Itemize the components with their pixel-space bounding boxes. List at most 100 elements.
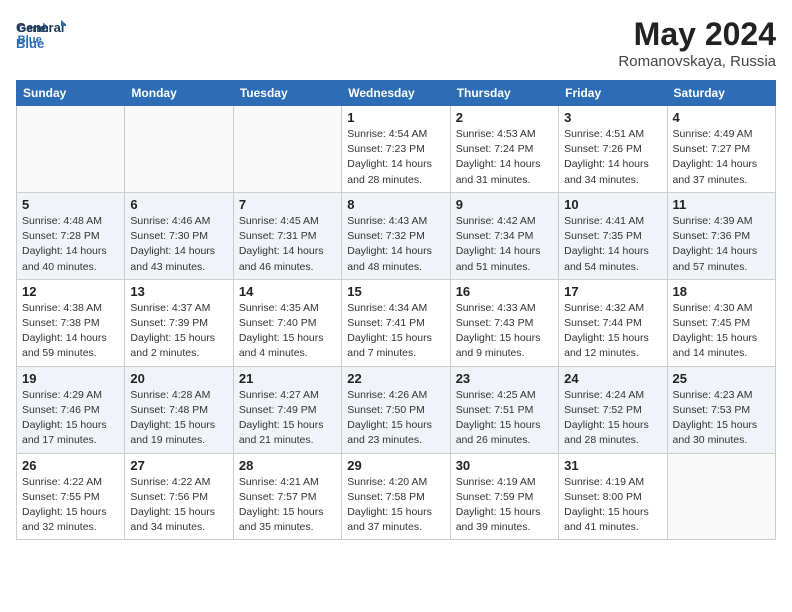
- day-info: Sunrise: 4:32 AMSunset: 7:44 PMDaylight:…: [564, 301, 661, 362]
- calendar-cell: 15Sunrise: 4:34 AMSunset: 7:41 PMDayligh…: [342, 279, 450, 366]
- calendar-cell: 28 Sunrise: 4:21 AMSunset: 7:57 PMDayligh…: [233, 453, 341, 540]
- location: Romanovskaya, Russia: [618, 53, 776, 70]
- calendar-cell: 1 Sunrise: 4:54 AMSunset: 7:23 PMDaylight…: [342, 106, 450, 193]
- calendar-cell: 6 Sunrise: 4:46 AMSunset: 7:30 PMDaylight…: [125, 192, 233, 279]
- day-header-thursday: Thursday: [450, 81, 558, 106]
- calendar-cell: 3 Sunrise: 4:51 AMSunset: 7:26 PMDaylight…: [559, 106, 667, 193]
- calendar-cell: 27Sunrise: 4:22 AMSunset: 7:56 PMDayligh…: [125, 453, 233, 540]
- calendar-table: SundayMondayTuesdayWednesdayThursdayFrid…: [16, 80, 776, 540]
- day-number: 12: [22, 284, 119, 299]
- calendar-cell: 18 Sunrise: 4:30 AMSunset: 7:45 PMDayligh…: [667, 279, 775, 366]
- calendar-cell: 10 Sunrise: 4:41 AMSunset: 7:35 PMDayligh…: [559, 192, 667, 279]
- calendar-cell: 17 Sunrise: 4:32 AMSunset: 7:44 PMDayligh…: [559, 279, 667, 366]
- day-info: Sunrise: 4:48 AMSunset: 7:28 PMDaylight:…: [22, 214, 119, 275]
- day-number: 25: [673, 371, 770, 386]
- day-number: 23: [456, 371, 553, 386]
- calendar-cell: [125, 106, 233, 193]
- day-info: Sunrise: 4:22 AMSunset: 7:55 PMDaylight:…: [22, 475, 119, 536]
- logo-display: General Blue: [16, 16, 66, 56]
- day-number: 16: [456, 284, 553, 299]
- day-info: Sunrise: 4:51 AMSunset: 7:26 PMDaylight:…: [564, 127, 661, 188]
- day-number: 7: [239, 197, 336, 212]
- day-number: 20: [130, 371, 227, 386]
- day-number: 10: [564, 197, 661, 212]
- day-info: Sunrise: 4:29 AMSunset: 7:46 PMDaylight:…: [22, 388, 119, 449]
- calendar-cell: 31 Sunrise: 4:19 AMSunset: 8:00 PMDayligh…: [559, 453, 667, 540]
- day-number: 19: [22, 371, 119, 386]
- day-number: 26: [22, 458, 119, 473]
- day-info: Sunrise: 4:41 AMSunset: 7:35 PMDaylight:…: [564, 214, 661, 275]
- day-number: 31: [564, 458, 661, 473]
- day-number: 17: [564, 284, 661, 299]
- calendar-cell: 7 Sunrise: 4:45 AMSunset: 7:31 PMDaylight…: [233, 192, 341, 279]
- day-info: Sunrise: 4:37 AMSunset: 7:39 PMDaylight:…: [130, 301, 227, 362]
- calendar-cell: 21Sunrise: 4:27 AMSunset: 7:49 PMDayligh…: [233, 366, 341, 453]
- day-number: 5: [22, 197, 119, 212]
- calendar-cell: 5 Sunrise: 4:48 AMSunset: 7:28 PMDaylight…: [17, 192, 125, 279]
- day-number: 2: [456, 110, 553, 125]
- calendar-cell: 4 Sunrise: 4:49 AMSunset: 7:27 PMDaylight…: [667, 106, 775, 193]
- calendar-cell: 11Sunrise: 4:39 AMSunset: 7:36 PMDayligh…: [667, 192, 775, 279]
- day-info: Sunrise: 4:45 AMSunset: 7:31 PMDaylight:…: [239, 214, 336, 275]
- day-number: 11: [673, 197, 770, 212]
- day-info: Sunrise: 4:22 AMSunset: 7:56 PMDaylight:…: [130, 475, 227, 536]
- calendar-week-row: 1 Sunrise: 4:54 AMSunset: 7:23 PMDaylight…: [17, 106, 776, 193]
- day-number: 24: [564, 371, 661, 386]
- page-header: General Blue General Blue May 2024 Roman…: [16, 16, 776, 70]
- day-number: 9: [456, 197, 553, 212]
- calendar-cell: 24 Sunrise: 4:24 AMSunset: 7:52 PMDayligh…: [559, 366, 667, 453]
- day-info: Sunrise: 4:53 AMSunset: 7:24 PMDaylight:…: [456, 127, 553, 188]
- day-info: Sunrise: 4:42 AMSunset: 7:34 PMDaylight:…: [456, 214, 553, 275]
- month-year: May 2024: [618, 16, 776, 53]
- day-info: Sunrise: 4:43 AMSunset: 7:32 PMDaylight:…: [347, 214, 444, 275]
- calendar-cell: [233, 106, 341, 193]
- calendar-week-row: 26 Sunrise: 4:22 AMSunset: 7:55 PMDayligh…: [17, 453, 776, 540]
- day-header-friday: Friday: [559, 81, 667, 106]
- calendar-cell: [17, 106, 125, 193]
- calendar-cell: 13 Sunrise: 4:37 AMSunset: 7:39 PMDayligh…: [125, 279, 233, 366]
- day-info: Sunrise: 4:19 AMSunset: 7:59 PMDaylight:…: [456, 475, 553, 536]
- day-number: 4: [673, 110, 770, 125]
- day-info: Sunrise: 4:49 AMSunset: 7:27 PMDaylight:…: [673, 127, 770, 188]
- calendar-cell: 23Sunrise: 4:25 AMSunset: 7:51 PMDayligh…: [450, 366, 558, 453]
- day-number: 28: [239, 458, 336, 473]
- day-info: Sunrise: 4:23 AMSunset: 7:53 PMDaylight:…: [673, 388, 770, 449]
- day-info: Sunrise: 4:30 AMSunset: 7:45 PMDaylight:…: [673, 301, 770, 362]
- day-info: Sunrise: 4:20 AMSunset: 7:58 PMDaylight:…: [347, 475, 444, 536]
- day-number: 18: [673, 284, 770, 299]
- day-header-monday: Monday: [125, 81, 233, 106]
- calendar-header-row: SundayMondayTuesdayWednesdayThursdayFrid…: [17, 81, 776, 106]
- day-info: Sunrise: 4:26 AMSunset: 7:50 PMDaylight:…: [347, 388, 444, 449]
- calendar-cell: 30Sunrise: 4:19 AMSunset: 7:59 PMDayligh…: [450, 453, 558, 540]
- calendar-cell: 29 Sunrise: 4:20 AMSunset: 7:58 PMDayligh…: [342, 453, 450, 540]
- day-info: Sunrise: 4:46 AMSunset: 7:30 PMDaylight:…: [130, 214, 227, 275]
- calendar-cell: 20 Sunrise: 4:28 AMSunset: 7:48 PMDayligh…: [125, 366, 233, 453]
- title-block: May 2024 Romanovskaya, Russia: [618, 16, 776, 70]
- day-number: 6: [130, 197, 227, 212]
- day-info: Sunrise: 4:24 AMSunset: 7:52 PMDaylight:…: [564, 388, 661, 449]
- day-header-wednesday: Wednesday: [342, 81, 450, 106]
- calendar-cell: 19 Sunrise: 4:29 AMSunset: 7:46 PMDayligh…: [17, 366, 125, 453]
- calendar-week-row: 19 Sunrise: 4:29 AMSunset: 7:46 PMDayligh…: [17, 366, 776, 453]
- calendar-cell: 22 Sunrise: 4:26 AMSunset: 7:50 PMDayligh…: [342, 366, 450, 453]
- day-number: 22: [347, 371, 444, 386]
- calendar-cell: 9 Sunrise: 4:42 AMSunset: 7:34 PMDaylight…: [450, 192, 558, 279]
- logo-svg: General Blue: [16, 16, 66, 56]
- day-info: Sunrise: 4:27 AMSunset: 7:49 PMDaylight:…: [239, 388, 336, 449]
- calendar-cell: 26 Sunrise: 4:22 AMSunset: 7:55 PMDayligh…: [17, 453, 125, 540]
- day-number: 29: [347, 458, 444, 473]
- calendar-cell: 12Sunrise: 4:38 AMSunset: 7:38 PMDayligh…: [17, 279, 125, 366]
- day-info: Sunrise: 4:35 AMSunset: 7:40 PMDaylight:…: [239, 301, 336, 362]
- day-number: 8: [347, 197, 444, 212]
- day-info: Sunrise: 4:54 AMSunset: 7:23 PMDaylight:…: [347, 127, 444, 188]
- day-info: Sunrise: 4:19 AMSunset: 8:00 PMDaylight:…: [564, 475, 661, 536]
- calendar-cell: 8 Sunrise: 4:43 AMSunset: 7:32 PMDaylight…: [342, 192, 450, 279]
- day-number: 1: [347, 110, 444, 125]
- day-info: Sunrise: 4:21 AMSunset: 7:57 PMDaylight:…: [239, 475, 336, 536]
- day-info: Sunrise: 4:28 AMSunset: 7:48 PMDaylight:…: [130, 388, 227, 449]
- svg-text:Blue: Blue: [16, 36, 44, 51]
- day-number: 14: [239, 284, 336, 299]
- day-number: 3: [564, 110, 661, 125]
- calendar-cell: 14 Sunrise: 4:35 AMSunset: 7:40 PMDayligh…: [233, 279, 341, 366]
- day-number: 13: [130, 284, 227, 299]
